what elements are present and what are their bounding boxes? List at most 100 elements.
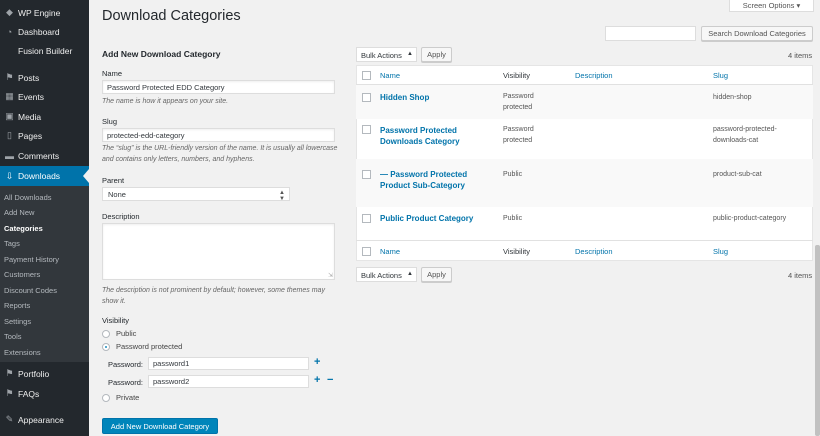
search-input[interactable] (605, 26, 696, 41)
column-header-visibility: Visibility (503, 71, 530, 80)
visibility-private-radio[interactable] (102, 394, 110, 402)
bulk-actions-select-bottom[interactable]: Bulk Actions ▲︎ (356, 267, 417, 282)
menu-item-downloads[interactable]: ⇩ Downloads (0, 166, 89, 186)
add-password-icon[interactable]: + (314, 375, 320, 386)
menu-label: Fusion Builder (18, 45, 73, 56)
add-category-button[interactable]: Add New Download Category (102, 418, 218, 434)
visibility-public-label[interactable]: Public (116, 329, 136, 338)
menu-item-wp-engine[interactable]: ◆ WP Engine (0, 3, 89, 22)
column-footer-name[interactable]: Name (380, 247, 400, 256)
column-footer-description[interactable]: Description (575, 247, 613, 256)
items-count-bottom: 4 items (788, 271, 813, 280)
column-header-description[interactable]: Description (575, 71, 613, 80)
name-input[interactable]: Password Protected EDD Category (102, 80, 335, 94)
parent-select-value: None (108, 190, 126, 199)
column-footer-visibility: Visibility (503, 247, 530, 256)
description-help: The description is not prominent by defa… (102, 287, 325, 305)
menu-item-comments[interactable]: ▬ Comments (0, 146, 89, 165)
comment-icon: ▬ (5, 150, 14, 161)
select-arrows-icon: ▲ ▼ (279, 190, 285, 202)
submenu-add-new[interactable]: Add New (4, 208, 34, 217)
submenu-customers[interactable]: Customers (4, 270, 40, 279)
apply-button-bottom[interactable]: Apply (421, 267, 452, 282)
menu-label: Dashboard (18, 26, 60, 37)
row-visibility: Password protected (503, 93, 534, 111)
footer-divider (356, 240, 813, 241)
submenu-reports[interactable]: Reports (4, 301, 30, 310)
row-name-link[interactable]: Hidden Shop (380, 92, 490, 103)
row-name-link[interactable]: Password Protected Downloads Category (380, 125, 490, 147)
menu-label: WP Engine (18, 7, 61, 18)
row-slug: public-product-category (713, 215, 787, 222)
menu-item-pages[interactable]: ▯ Pages (0, 126, 89, 145)
row-name-link[interactable]: Public Product Category (380, 213, 490, 224)
visibility-label: Visibility (102, 316, 129, 325)
slug-help: The “slug” is the URL-friendly version o… (102, 145, 338, 163)
bulk-actions-select-top[interactable]: Bulk Actions ▲︎ (356, 47, 417, 62)
row-checkbox[interactable] (362, 170, 371, 179)
visibility-password-radio[interactable] (102, 343, 110, 351)
row-slug: hidden-shop (713, 94, 752, 101)
apply-button-top[interactable]: Apply (421, 47, 452, 62)
name-label: Name (102, 69, 123, 78)
description-label: Description (102, 212, 140, 221)
menu-label: Appearance (18, 414, 64, 425)
row-visibility: Password protected (503, 126, 534, 144)
page-title: Download Categories (102, 8, 241, 24)
visibility-password-label[interactable]: Password protected (116, 342, 182, 351)
slug-input[interactable]: protected-edd-category (102, 128, 335, 142)
resize-handle-icon[interactable]: ⇲ (328, 272, 333, 279)
column-header-name[interactable]: Name (380, 71, 400, 80)
row-visibility: Public (503, 215, 523, 222)
slug-label: Slug (102, 117, 118, 126)
bulk-actions-value: Bulk Actions (361, 51, 402, 60)
submenu-categories[interactable]: Categories (4, 224, 43, 233)
select-all-checkbox-footer[interactable] (362, 247, 371, 256)
submenu-tools[interactable]: Tools (4, 332, 22, 341)
menu-label: Downloads (18, 171, 61, 181)
row-name-link[interactable]: — Password Protected Product Sub-Categor… (380, 169, 490, 191)
menu-item-events[interactable]: ▦ Events (0, 87, 89, 106)
row-checkbox[interactable] (362, 125, 371, 134)
password-label-2: Password: (108, 378, 144, 387)
menu-item-appearance[interactable]: ✎ Appearance (0, 410, 89, 429)
row-checkbox[interactable] (362, 214, 371, 223)
menu-label: Pages (18, 130, 43, 141)
parent-select[interactable]: None ▲ ▼ (102, 187, 290, 202)
submenu-all-downloads[interactable]: All Downloads (4, 193, 52, 202)
menu-item-media[interactable]: ▣ Media (0, 107, 89, 126)
menu-item-faqs[interactable]: ⚑ FAQs (0, 384, 89, 403)
menu-label: Events (18, 91, 44, 102)
page-icon: ▯ (7, 130, 12, 140)
row-checkbox[interactable] (362, 93, 371, 102)
wp-engine-icon: ◆ (6, 7, 13, 17)
password-input-2[interactable]: password2 (148, 375, 309, 388)
submenu-extensions[interactable]: Extensions (4, 348, 41, 357)
row-visibility: Public (503, 171, 523, 178)
add-password-icon[interactable]: + (314, 357, 320, 368)
column-header-slug[interactable]: Slug (713, 71, 728, 80)
submenu-discount-codes[interactable]: Discount Codes (4, 286, 57, 295)
column-footer-slug[interactable]: Slug (713, 247, 728, 256)
visibility-private-label[interactable]: Private (116, 393, 139, 402)
menu-item-posts[interactable]: ⚑ Posts (0, 68, 89, 87)
pin-icon: ⚑ (5, 388, 14, 398)
select-arrows-icon: ▲︎ (407, 271, 413, 277)
bulk-actions-value: Bulk Actions (361, 271, 402, 280)
pin-icon: ⚑ (5, 72, 14, 82)
description-textarea[interactable]: ⇲ (102, 223, 335, 280)
select-all-checkbox[interactable] (362, 71, 371, 80)
menu-label: Posts (18, 72, 40, 83)
submenu-settings[interactable]: Settings (4, 317, 31, 326)
visibility-public-radio[interactable] (102, 330, 110, 338)
submenu-payment-history[interactable]: Payment History (4, 255, 59, 264)
remove-password-icon[interactable]: − (327, 375, 333, 386)
password-input-1[interactable]: password1 (148, 357, 309, 370)
submenu-tags[interactable]: Tags (4, 239, 20, 248)
menu-item-dashboard[interactable]: ◔ Dashboard (0, 22, 89, 41)
menu-item-portfolio[interactable]: ⚑ Portfolio (0, 364, 89, 383)
menu-item-fusion-builder[interactable]: Fusion Builder (0, 41, 89, 60)
screen-options-button[interactable]: Screen Options ▾ (729, 0, 814, 12)
search-button[interactable]: Search Download Categories (701, 26, 813, 41)
page-scrollbar[interactable] (815, 245, 820, 436)
